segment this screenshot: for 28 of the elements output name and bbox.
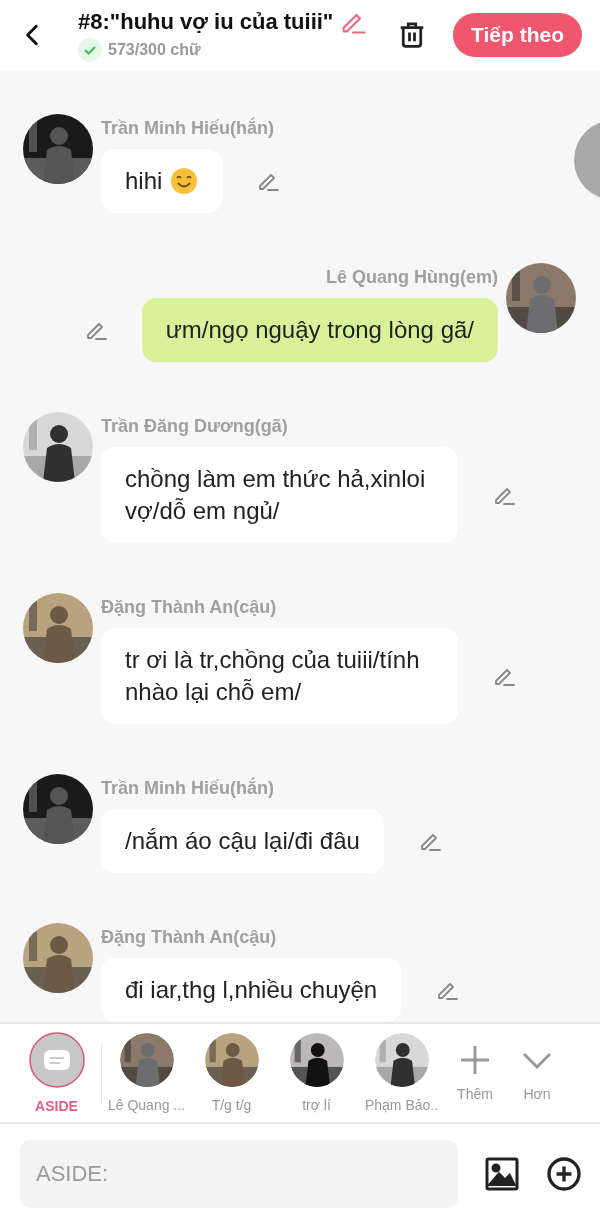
character-name: Đặng Thành An(cậu)	[101, 927, 277, 948]
character-name: Đặng Thành An(cậu)	[101, 597, 277, 618]
message-bubble[interactable]: đi iar,thg l,nhiều chuyện	[101, 958, 402, 1022]
smiley-icon	[170, 167, 199, 195]
message-bubble[interactable]: tr ơi là tr,chồng của tuiii/tính nhào lại chỗ em/	[101, 628, 458, 724]
character-tab[interactable]: Phạm Bảo..	[359, 1033, 444, 1113]
word-count: 573/300 chữ	[108, 41, 201, 59]
character-tab[interactable]: ASIDE	[14, 1032, 99, 1114]
message-input[interactable]: ASIDE:	[20, 1139, 458, 1208]
character-tab[interactable]: Lê Quang ...	[104, 1033, 189, 1113]
add-circle-icon[interactable]	[546, 1155, 582, 1192]
character-name: Trần Đăng Dương(gã)	[101, 416, 288, 437]
story-title: #8:"huhu vợ iu của tuiii"	[78, 9, 334, 35]
more-button[interactable]: Hơn	[506, 1044, 568, 1102]
plus-icon	[459, 1044, 491, 1076]
character-name: Lê Quang Hùng(em)	[326, 267, 498, 288]
next-button[interactable]: Tiếp theo	[453, 13, 582, 57]
character-tab[interactable]: trợ lí	[274, 1033, 359, 1113]
character-name: Trần Minh Hiếu(hắn)	[101, 118, 274, 139]
aside-icon	[28, 1032, 85, 1088]
message-bubble[interactable]: hihi	[101, 149, 223, 213]
character-tab[interactable]: T/g t/g	[189, 1033, 274, 1113]
character-name: Trần Minh Hiếu(hắn)	[101, 778, 274, 799]
message-bubble[interactable]: chồng làm em thức hả,xinloi vợ/dỗ em ngủ/	[101, 447, 458, 543]
add-button[interactable]: Thêm	[444, 1044, 506, 1102]
image-icon[interactable]	[484, 1155, 520, 1192]
message-bubble[interactable]: /nắm áo cậu lại/đi đâu	[101, 809, 384, 873]
message-bubble[interactable]: ưm/ngọ nguậy trong lòng gã/	[141, 298, 498, 362]
